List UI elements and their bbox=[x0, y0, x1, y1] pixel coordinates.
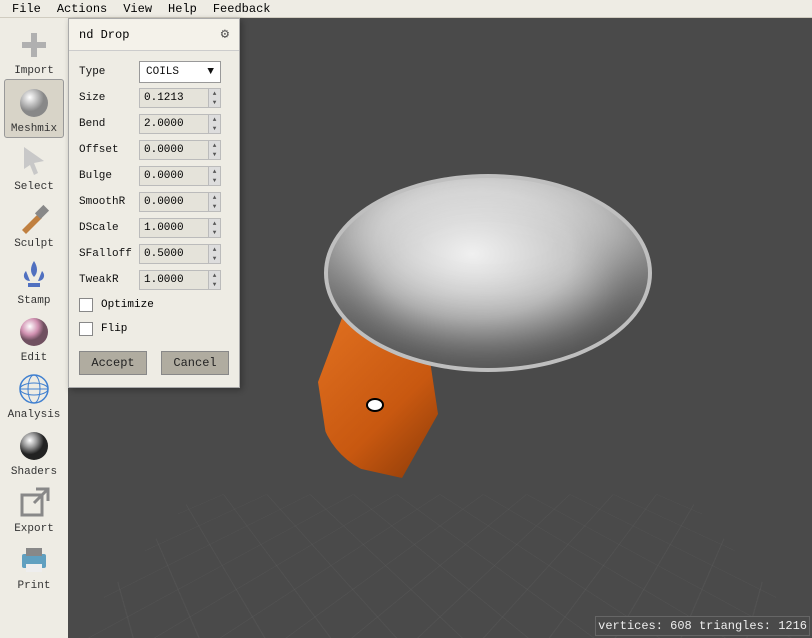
export-arrow-icon bbox=[15, 484, 53, 522]
tool-analysis[interactable]: Analysis bbox=[4, 366, 64, 423]
wireframe-sphere-icon bbox=[15, 370, 53, 408]
chevron-down-icon: ▼ bbox=[207, 66, 214, 78]
mesh-object-cup[interactable] bbox=[318, 168, 678, 498]
dscale-spinner[interactable]: ▲▼ bbox=[209, 218, 221, 238]
accept-button[interactable]: Accept bbox=[79, 351, 147, 375]
chrome-sphere-icon bbox=[15, 427, 53, 465]
sfalloff-input[interactable] bbox=[139, 244, 209, 264]
tool-sculpt[interactable]: Sculpt bbox=[4, 195, 64, 252]
dscale-label: DScale bbox=[79, 222, 139, 234]
sphere-highlight-icon bbox=[15, 313, 53, 351]
tool-shaders[interactable]: Shaders bbox=[4, 423, 64, 480]
size-label: Size bbox=[79, 92, 139, 104]
tool-select[interactable]: Select bbox=[4, 138, 64, 195]
panel-header[interactable]: nd Drop ⚙ bbox=[69, 19, 239, 51]
bend-spinner[interactable]: ▲▼ bbox=[209, 114, 221, 134]
size-spinner[interactable]: ▲▼ bbox=[209, 88, 221, 108]
brush-icon bbox=[15, 199, 53, 237]
cancel-button[interactable]: Cancel bbox=[161, 351, 229, 375]
tweakr-label: TweakR bbox=[79, 274, 139, 286]
tool-edit[interactable]: Edit bbox=[4, 309, 64, 366]
bulge-spinner[interactable]: ▲▼ bbox=[209, 166, 221, 186]
tool-export[interactable]: Export bbox=[4, 480, 64, 537]
status-bar: vertices: 608 triangles: 1216 bbox=[595, 616, 810, 636]
printer-icon bbox=[15, 541, 53, 579]
menu-file[interactable]: File bbox=[4, 0, 49, 18]
cursor-arrow-icon bbox=[15, 142, 53, 180]
bulge-input[interactable] bbox=[139, 166, 209, 186]
panel-title: nd Drop bbox=[79, 28, 129, 42]
menu-feedback[interactable]: Feedback bbox=[205, 0, 279, 18]
toolbar-sidebar: Import Meshmix Select Sculpt Stamp bbox=[0, 18, 68, 638]
size-input[interactable] bbox=[139, 88, 209, 108]
tool-meshmix[interactable]: Meshmix bbox=[4, 79, 64, 138]
offset-label: Offset bbox=[79, 144, 139, 156]
tweakr-input[interactable] bbox=[139, 270, 209, 290]
smoothr-input[interactable] bbox=[139, 192, 209, 212]
smoothr-label: SmoothR bbox=[79, 196, 139, 208]
offset-spinner[interactable]: ▲▼ bbox=[209, 140, 221, 160]
status-triangles: 1216 bbox=[778, 619, 807, 633]
type-select[interactable]: COILS▼ bbox=[139, 61, 221, 83]
bend-input[interactable] bbox=[139, 114, 209, 134]
bend-label: Bend bbox=[79, 118, 139, 130]
menu-actions[interactable]: Actions bbox=[49, 0, 115, 18]
offset-input[interactable] bbox=[139, 140, 209, 160]
plus-icon bbox=[15, 26, 53, 64]
tool-stamp[interactable]: Stamp bbox=[4, 252, 64, 309]
bulge-label: Bulge bbox=[79, 170, 139, 182]
edit-cursor-icon bbox=[366, 398, 384, 412]
flip-checkbox[interactable] bbox=[79, 322, 93, 336]
status-vertices: 608 bbox=[670, 619, 692, 633]
tool-print[interactable]: Print bbox=[4, 537, 64, 594]
optimize-checkbox[interactable] bbox=[79, 298, 93, 312]
gear-icon[interactable]: ⚙ bbox=[221, 26, 229, 43]
menu-help[interactable]: Help bbox=[160, 0, 205, 18]
tool-import[interactable]: Import bbox=[4, 22, 64, 79]
optimize-label: Optimize bbox=[101, 299, 154, 311]
menubar: File Actions View Help Feedback bbox=[0, 0, 812, 18]
menu-view[interactable]: View bbox=[115, 0, 160, 18]
properties-panel[interactable]: nd Drop ⚙ Type COILS▼ Size ▲▼ Bend ▲▼ Of… bbox=[68, 18, 240, 388]
sphere-icon bbox=[15, 84, 53, 122]
sfalloff-spinner[interactable]: ▲▼ bbox=[209, 244, 221, 264]
smoothr-spinner[interactable]: ▲▼ bbox=[209, 192, 221, 212]
sfalloff-label: SFalloff bbox=[79, 248, 139, 260]
flip-label: Flip bbox=[101, 323, 127, 335]
fleur-icon bbox=[15, 256, 53, 294]
tweakr-spinner[interactable]: ▲▼ bbox=[209, 270, 221, 290]
dscale-input[interactable] bbox=[139, 218, 209, 238]
type-label: Type bbox=[79, 66, 139, 78]
